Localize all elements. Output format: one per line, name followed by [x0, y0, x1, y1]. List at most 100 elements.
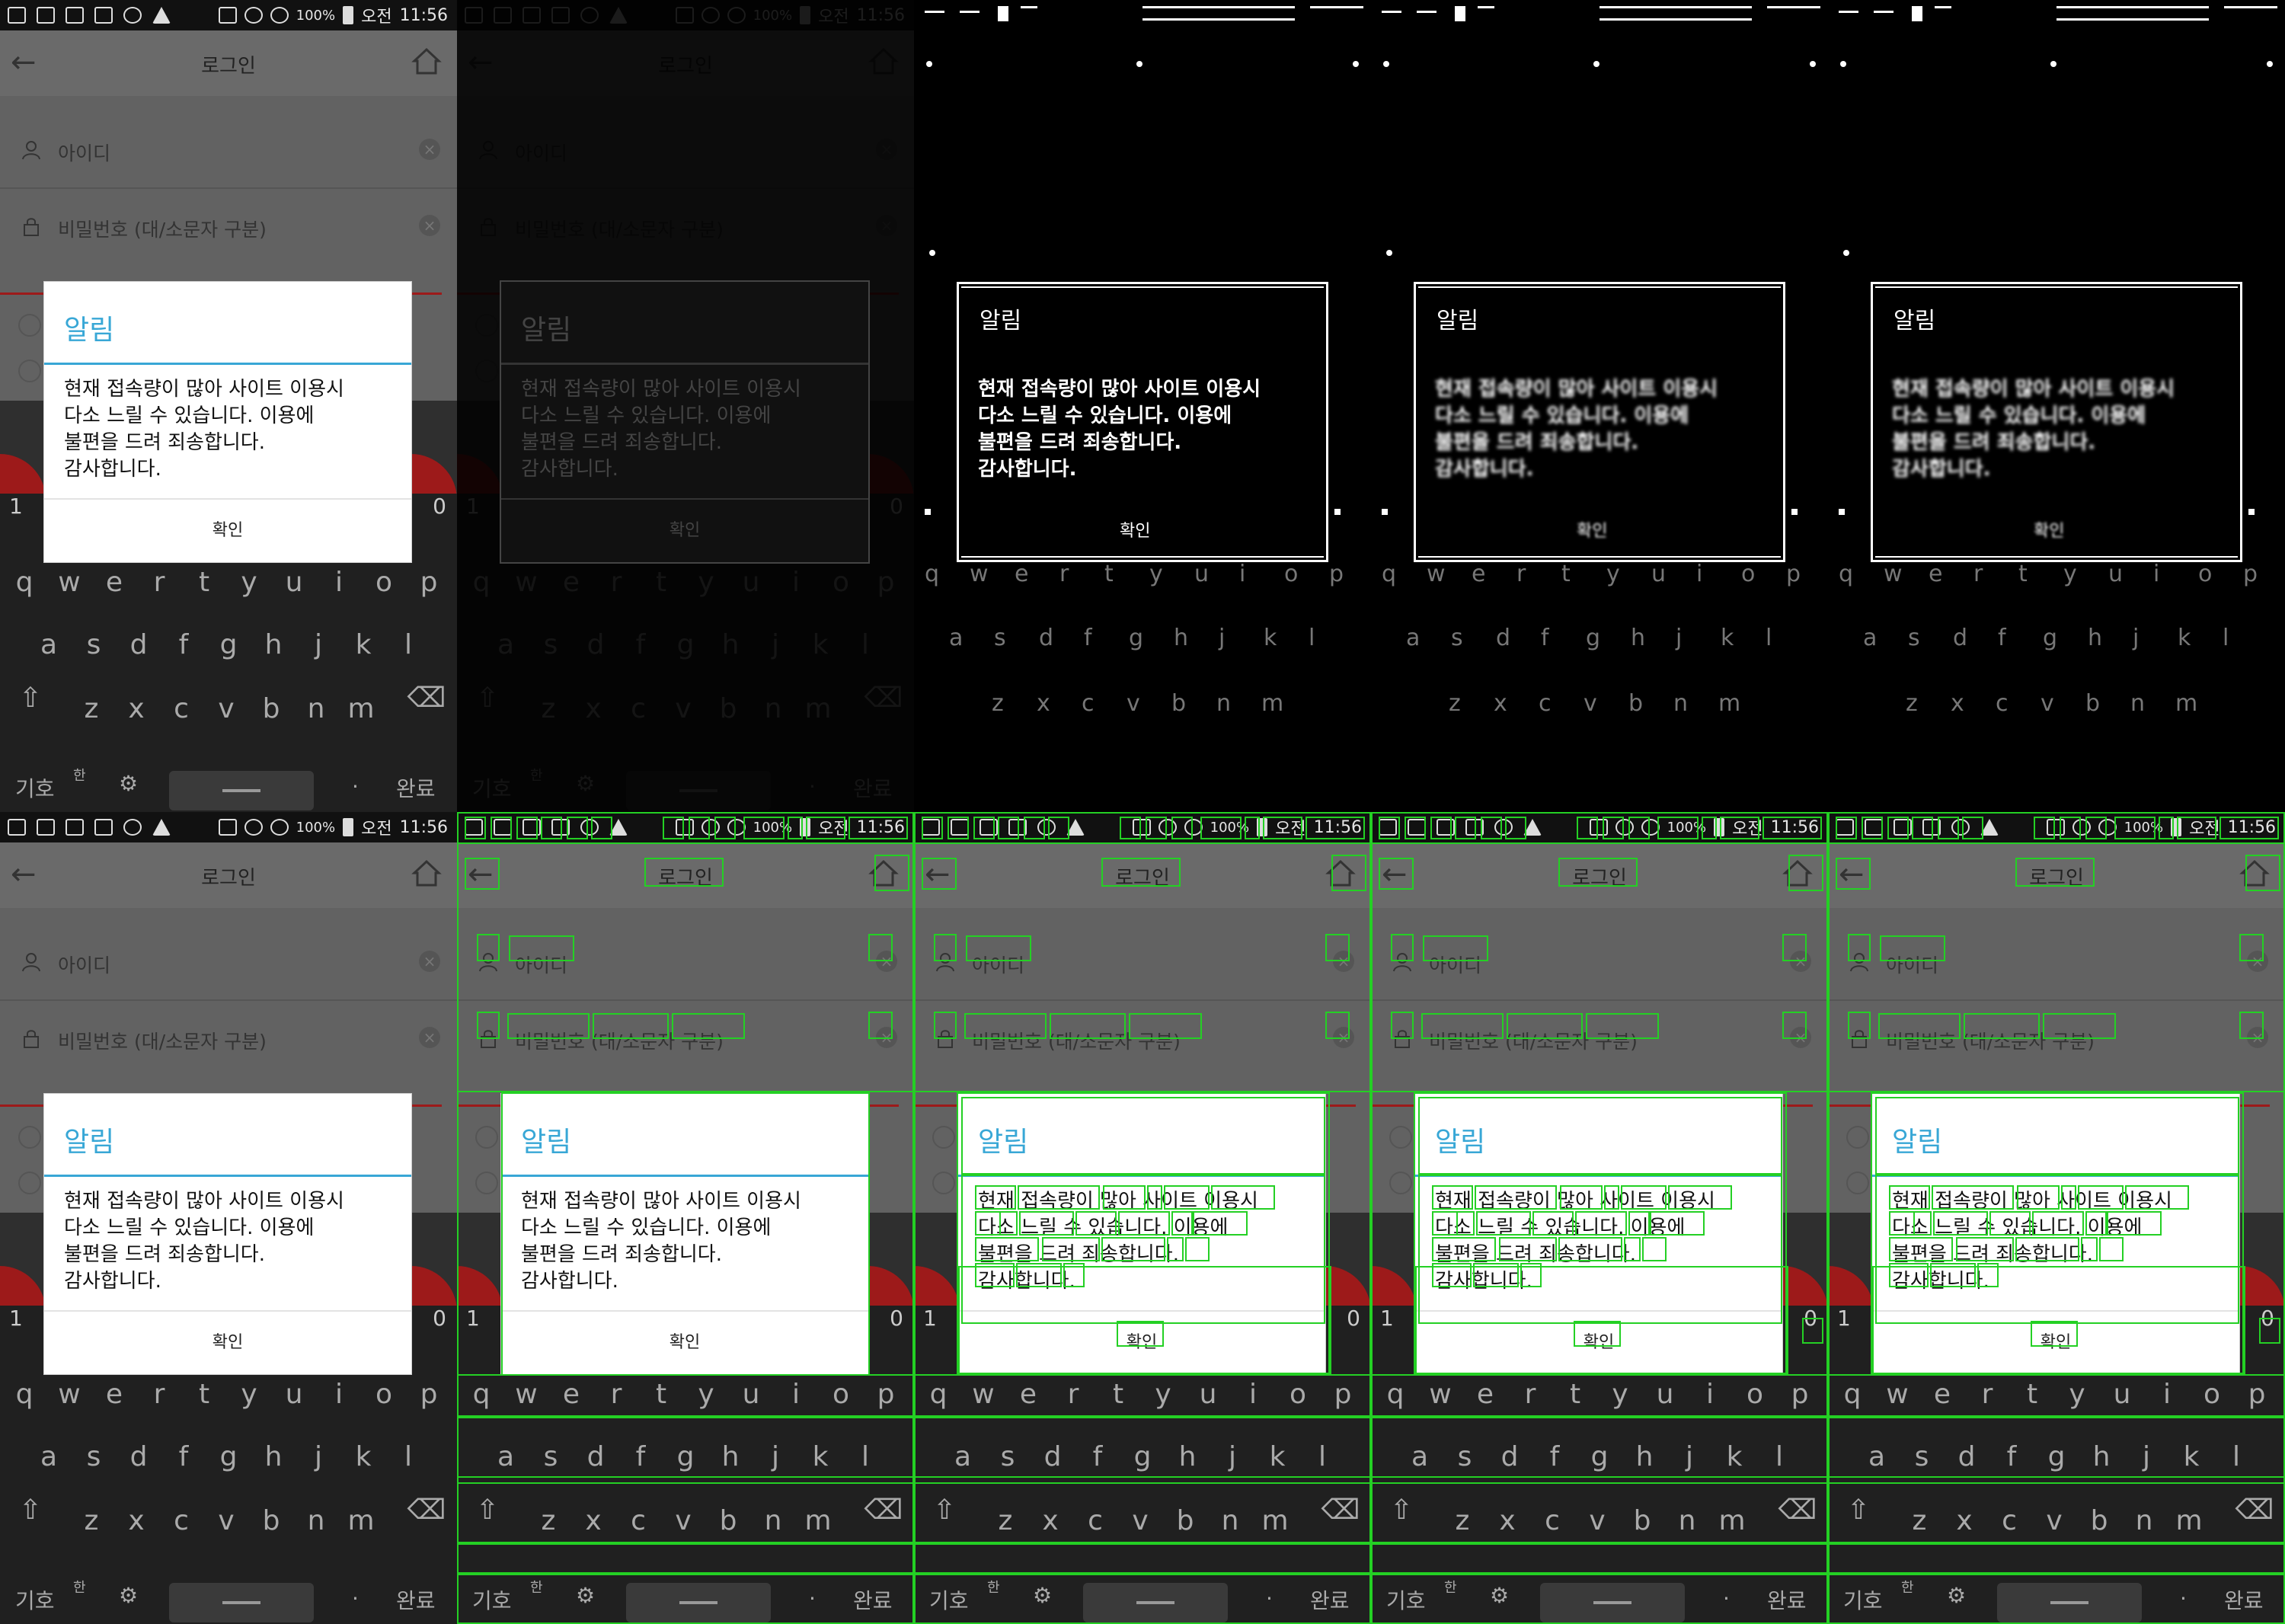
key-e[interactable]: e	[550, 1379, 593, 1410]
key-c[interactable]: c	[617, 1505, 660, 1536]
key-p[interactable]: p	[864, 1379, 907, 1410]
settings-icon[interactable]: ⚙	[1947, 1583, 1966, 1608]
checkbox[interactable]	[1389, 1172, 1412, 1194]
key-1[interactable]: 1	[9, 1306, 23, 1331]
key-b[interactable]: b	[707, 1505, 749, 1536]
key-k[interactable]: k	[799, 1441, 842, 1472]
key-p[interactable]: p	[407, 567, 450, 598]
key-d[interactable]: d	[1488, 1441, 1531, 1472]
key-1[interactable]: 1	[1837, 1306, 1851, 1331]
key-e[interactable]: e	[93, 567, 136, 598]
home-icon[interactable]	[411, 46, 442, 76]
key-s[interactable]: s	[529, 629, 572, 660]
key-t[interactable]: t	[183, 567, 225, 598]
key-n[interactable]: n	[752, 693, 794, 724]
key-1[interactable]: 1	[466, 494, 480, 519]
symbols-key[interactable]: 기호	[15, 772, 55, 803]
key-t[interactable]: t	[1554, 1379, 1596, 1410]
key-c[interactable]: c	[1531, 1505, 1574, 1536]
clear-icon[interactable]: ×	[1790, 1027, 1811, 1048]
id-field[interactable]: 아이디 ×	[0, 923, 457, 1001]
key-x[interactable]: x	[1029, 1505, 1072, 1536]
key-1[interactable]: 1	[466, 1306, 480, 1331]
checkbox[interactable]	[1846, 1172, 1869, 1194]
key-q[interactable]: q	[1374, 1379, 1417, 1410]
key-y[interactable]: y	[685, 1379, 727, 1410]
backspace-icon[interactable]: ⌫	[862, 1495, 905, 1526]
key-p[interactable]: p	[2235, 1379, 2278, 1410]
key-v[interactable]: v	[205, 1505, 248, 1536]
key-k[interactable]: k	[799, 629, 842, 660]
key-c[interactable]: c	[1074, 1505, 1117, 1536]
key-d[interactable]: d	[1945, 1441, 1988, 1472]
home-icon[interactable]	[1782, 858, 1813, 888]
key-i[interactable]: i	[318, 567, 360, 598]
confirm-button[interactable]: 확인	[1415, 1312, 1782, 1374]
key-u[interactable]: u	[273, 567, 315, 598]
key-m[interactable]: m	[797, 693, 839, 724]
checkbox[interactable]	[1846, 1126, 1869, 1149]
backspace-icon[interactable]: ⌫	[1319, 1495, 1362, 1526]
key-o[interactable]: o	[363, 567, 405, 598]
key-0[interactable]: 0	[1804, 1306, 1817, 1331]
key-a[interactable]: a	[1398, 1441, 1441, 1472]
key-f[interactable]: f	[1990, 1441, 2033, 1472]
hangul-key[interactable]: 한	[987, 1577, 1000, 1597]
symbols-key[interactable]: 기호	[1843, 1584, 1883, 1615]
hangul-key[interactable]: 한	[530, 1577, 543, 1597]
key-k[interactable]: k	[1713, 1441, 1756, 1472]
key-l[interactable]: l	[1758, 1441, 1801, 1472]
key-m[interactable]: m	[1254, 1505, 1296, 1536]
key-w[interactable]: w	[48, 1379, 91, 1410]
key-g[interactable]: g	[1578, 1441, 1621, 1472]
key-v[interactable]: v	[1119, 1505, 1162, 1536]
key-x[interactable]: x	[572, 693, 615, 724]
password-field[interactable]: 비밀번호 (대/소문자 구분) ×	[0, 999, 457, 1076]
backspace-icon[interactable]: ⌫	[862, 683, 905, 714]
key-o[interactable]: o	[1734, 1379, 1776, 1410]
checkbox[interactable]	[18, 360, 41, 382]
key-x[interactable]: x	[115, 693, 158, 724]
key-p[interactable]: p	[1321, 1379, 1364, 1410]
key-y[interactable]: y	[228, 1379, 270, 1410]
period-key[interactable]: .	[2180, 1580, 2187, 1605]
key-0[interactable]: 0	[890, 1306, 903, 1331]
password-field[interactable]: 비밀번호 (대/소문자 구분) ×	[914, 999, 1371, 1076]
key-e[interactable]: e	[550, 567, 593, 598]
key-b[interactable]: b	[250, 1505, 292, 1536]
key-e[interactable]: e	[1007, 1379, 1050, 1410]
key-h[interactable]: h	[2080, 1441, 2123, 1472]
key-f[interactable]: f	[162, 1441, 205, 1472]
id-field[interactable]: 아이디 ×	[1371, 923, 1828, 1001]
key-v[interactable]: v	[1576, 1505, 1619, 1536]
settings-icon[interactable]: ⚙	[1033, 1583, 1052, 1608]
key-n[interactable]: n	[752, 1505, 794, 1536]
password-field[interactable]: 비밀번호 (대/소문자 구분) ×	[1371, 999, 1828, 1076]
key-c[interactable]: c	[160, 693, 203, 724]
key-y[interactable]: y	[2056, 1379, 2098, 1410]
done-key[interactable]: 완료	[1767, 1584, 1807, 1615]
key-h[interactable]: h	[252, 629, 295, 660]
key-1[interactable]: 1	[1380, 1306, 1394, 1331]
home-icon[interactable]	[868, 46, 899, 76]
key-b[interactable]: b	[1164, 1505, 1206, 1536]
key-y[interactable]: y	[1599, 1379, 1641, 1410]
key-n[interactable]: n	[295, 1505, 337, 1536]
key-e[interactable]: e	[1464, 1379, 1507, 1410]
key-b[interactable]: b	[2078, 1505, 2120, 1536]
shift-icon[interactable]: ⇧	[1380, 1495, 1423, 1526]
key-v[interactable]: v	[2033, 1505, 2076, 1536]
key-j[interactable]: j	[297, 629, 340, 660]
key-a[interactable]: a	[27, 1441, 70, 1472]
checkbox[interactable]	[475, 360, 498, 382]
key-n[interactable]: n	[295, 693, 337, 724]
key-d[interactable]: d	[117, 1441, 160, 1472]
key-w[interactable]: w	[962, 1379, 1005, 1410]
key-z[interactable]: z	[70, 693, 113, 724]
confirm-button[interactable]: 확인	[44, 500, 411, 562]
key-1[interactable]: 1	[923, 1306, 937, 1331]
key-q[interactable]: q	[460, 1379, 503, 1410]
key-w[interactable]: w	[1419, 1379, 1462, 1410]
key-m[interactable]: m	[2168, 1505, 2210, 1536]
space-key[interactable]	[1540, 1583, 1685, 1622]
